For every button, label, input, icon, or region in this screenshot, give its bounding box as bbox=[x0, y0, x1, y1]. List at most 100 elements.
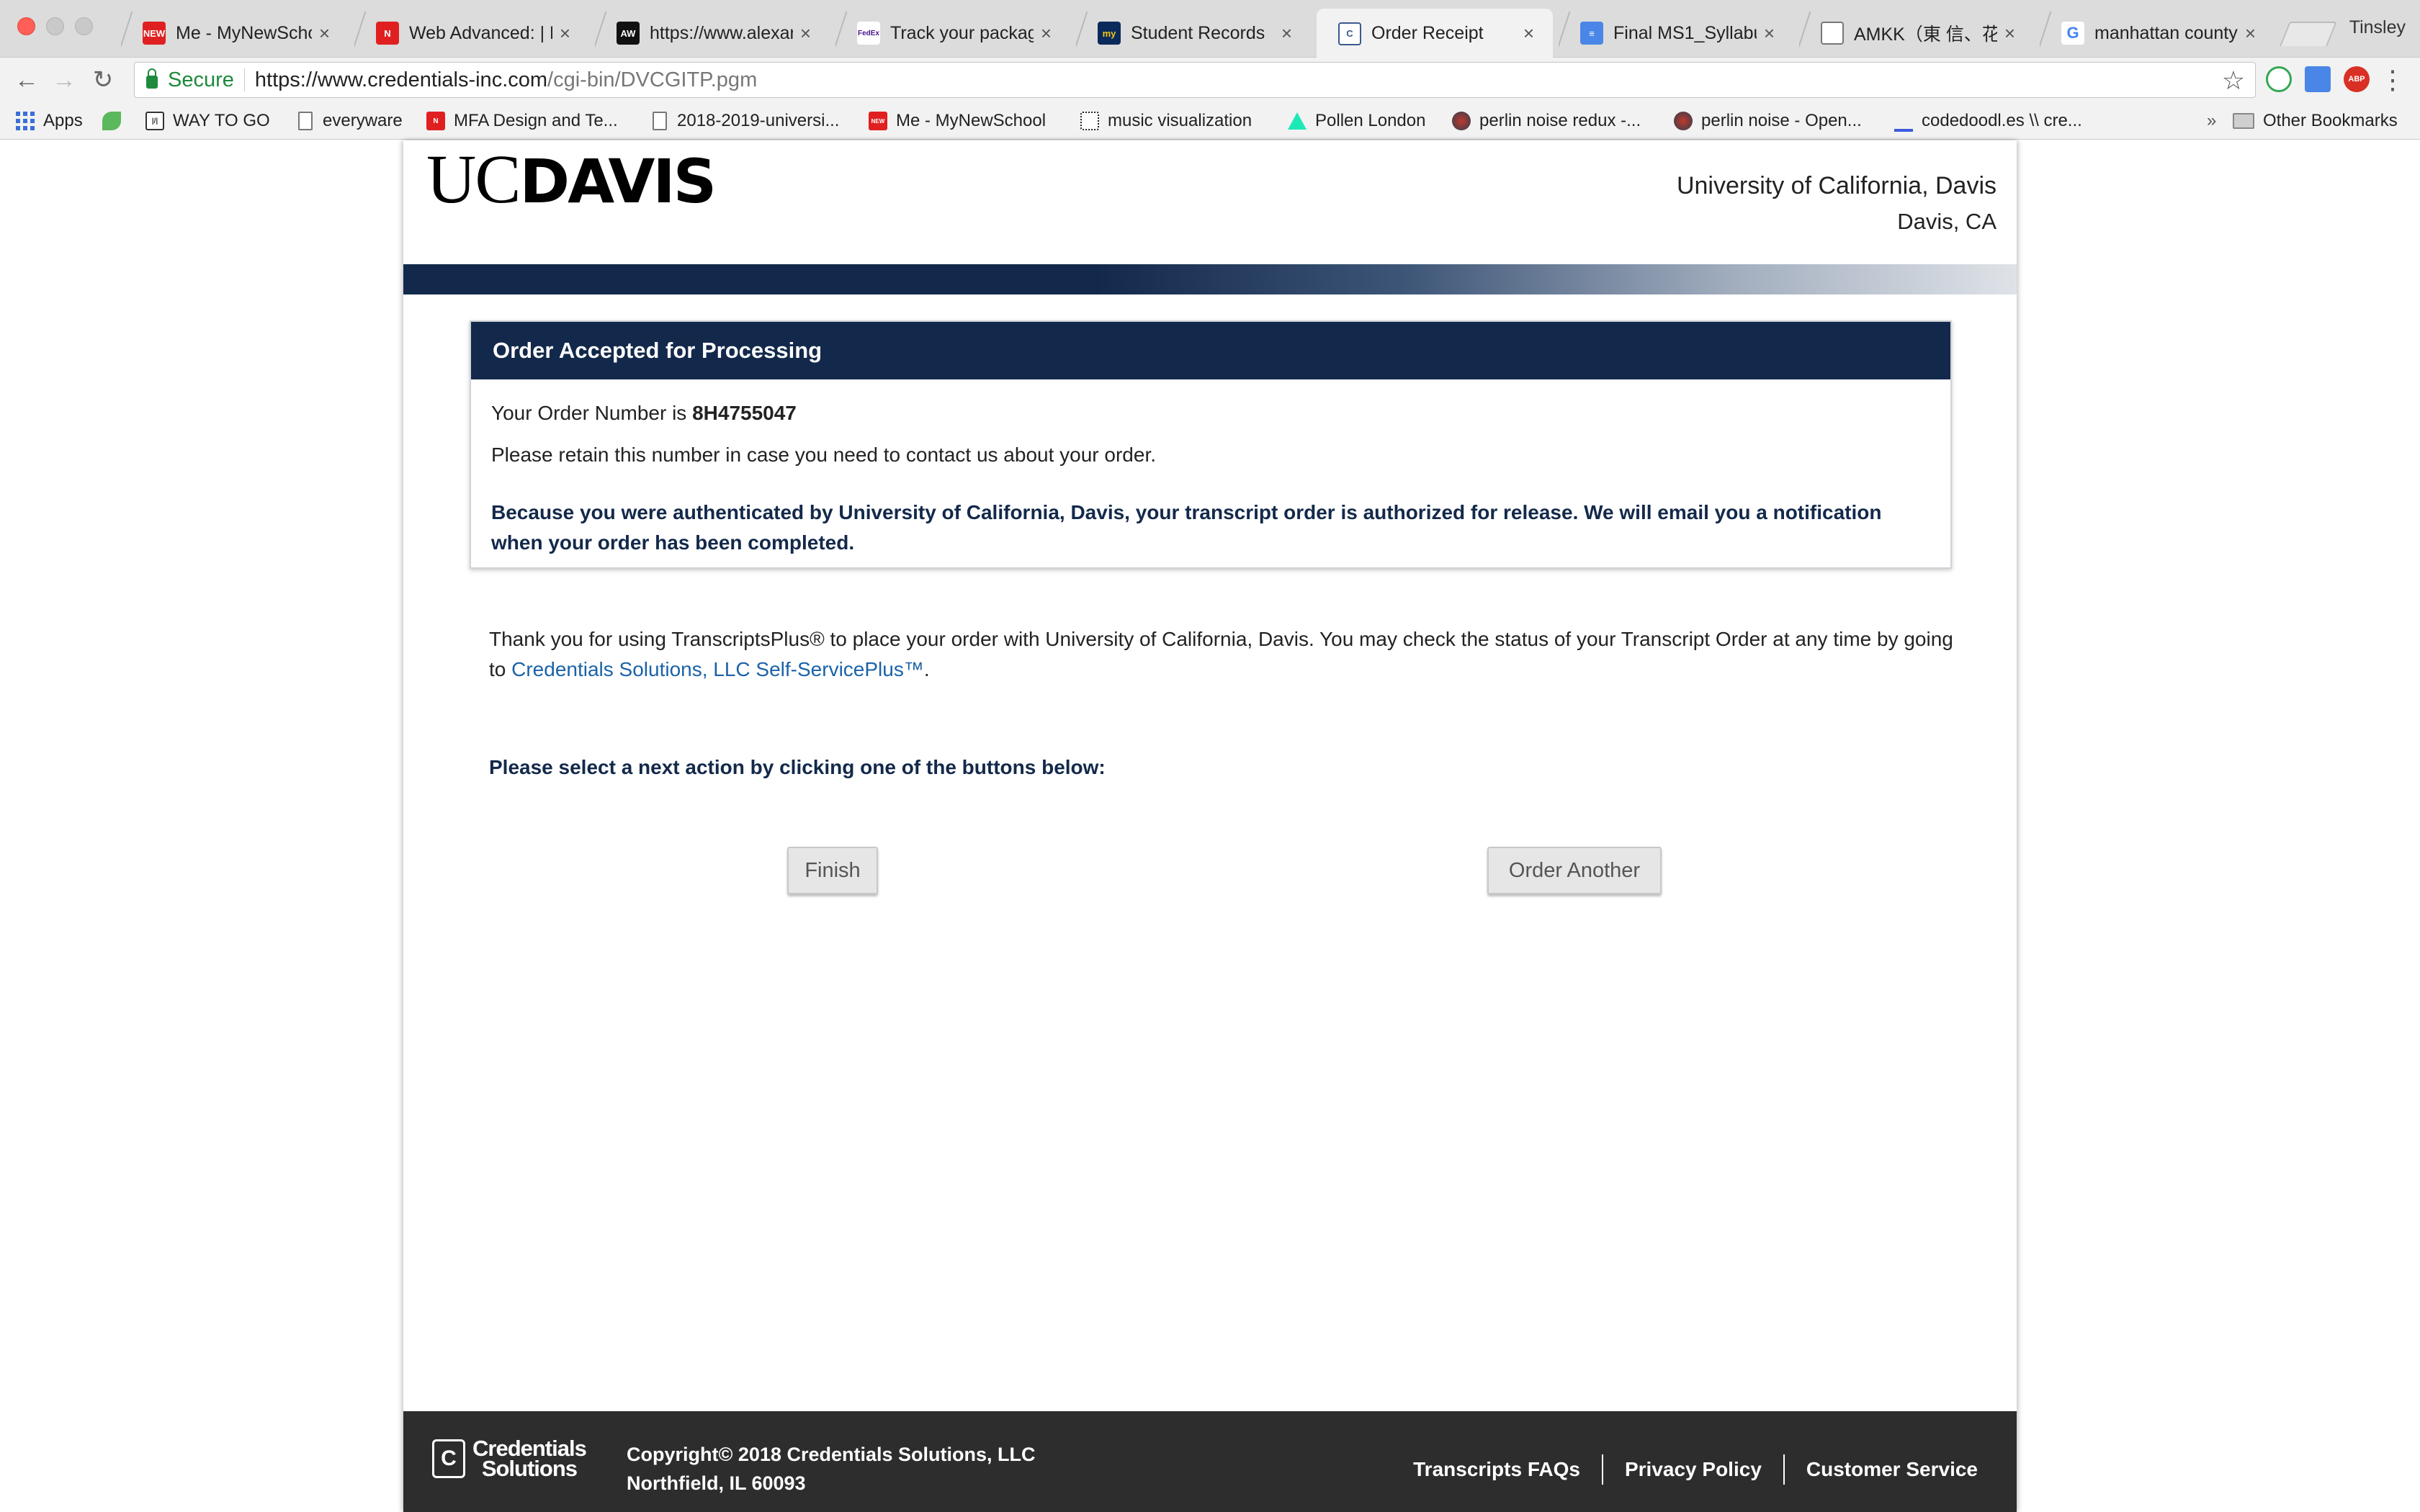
bookmark-music-visualization[interactable]: music visualization bbox=[1080, 102, 1252, 140]
bookmark-perlin-redux[interactable]: perlin noise redux -... bbox=[1452, 102, 1641, 140]
order-number-line: Your Order Number is 8H4755047 bbox=[491, 402, 797, 424]
browser-toolbar: ← → ↻ Secure https://www.credentials-inc… bbox=[0, 58, 2420, 102]
school-info: University of California, Davis Davis, C… bbox=[1677, 168, 1996, 240]
school-name: University of California, Davis bbox=[1676, 172, 1996, 199]
privacy-policy-link[interactable]: Privacy Policy bbox=[1625, 1458, 1762, 1481]
forward-arrow-icon[interactable]: → bbox=[48, 63, 81, 96]
close-tab-icon[interactable]: × bbox=[2245, 22, 2256, 45]
minimize-window-button[interactable] bbox=[46, 17, 64, 35]
close-tab-icon[interactable]: × bbox=[1764, 22, 1775, 45]
footer-divider bbox=[1601, 1454, 1603, 1485]
bookmark-leaf[interactable] bbox=[102, 102, 130, 140]
tab-strip: NEW Me - MyNewSchool × N Web Advanced: |… bbox=[0, 0, 2420, 58]
order-panel-heading: Order Accepted for Processing bbox=[471, 322, 1950, 379]
tab-mynewschool[interactable]: NEW Me - MyNewSchool × bbox=[121, 9, 349, 58]
adblock-icon[interactable]: ABP bbox=[2344, 66, 2370, 92]
bookmark-pollen-london[interactable]: Pollen London bbox=[1288, 102, 1425, 140]
credentials-icon: C bbox=[1338, 22, 1361, 45]
page-icon bbox=[653, 112, 667, 130]
finish-button[interactable]: Finish bbox=[787, 847, 878, 894]
tab-order-receipt[interactable]: C Order Receipt × bbox=[1317, 9, 1553, 58]
google-icon: G bbox=[2061, 22, 2084, 45]
close-tab-icon[interactable]: × bbox=[2004, 22, 2015, 45]
tab-amkk[interactable]: AMKK（東 信、花樹 × bbox=[1799, 9, 2034, 58]
address-divider bbox=[243, 68, 245, 91]
tab-fedex-track[interactable]: FedEx Track your package × bbox=[835, 9, 1070, 58]
my-icon: my bbox=[1098, 22, 1121, 45]
ucdavis-logo: UC DAVIS bbox=[426, 140, 717, 217]
header-banner bbox=[403, 264, 2017, 294]
url-host: https://www.credentials-inc.com bbox=[254, 68, 548, 91]
parsons-icon: N bbox=[376, 22, 399, 45]
lock-icon bbox=[146, 68, 158, 89]
tab-web-advanced[interactable]: N Web Advanced: | PC × bbox=[354, 9, 589, 58]
triangle-icon bbox=[1288, 112, 1307, 130]
footer-divider bbox=[1783, 1454, 1785, 1485]
tab-manhattan-county[interactable]: G manhattan county - × bbox=[2040, 9, 2275, 58]
page-container: UC DAVIS University of California, Davis … bbox=[403, 140, 2017, 1512]
close-tab-icon[interactable]: × bbox=[560, 22, 570, 45]
secure-label: Secure bbox=[168, 68, 234, 91]
extension-check-icon[interactable] bbox=[2266, 66, 2292, 92]
url-path: /cgi-bin/DVCGITP.pgm bbox=[547, 68, 758, 91]
order-confirmation-panel: Order Accepted for Processing Your Order… bbox=[470, 320, 1952, 569]
fedex-icon: FedEx bbox=[857, 22, 880, 45]
bookmark-codedoodles[interactable]: codedoodl.es \\ cre... bbox=[1894, 102, 2082, 140]
order-another-button[interactable]: Order Another bbox=[1487, 847, 1662, 894]
new-tab-button[interactable] bbox=[2280, 22, 2337, 46]
leaf-icon bbox=[102, 112, 121, 130]
close-tab-icon[interactable]: × bbox=[800, 22, 811, 45]
tab-alexander[interactable]: AW https://www.alexand × bbox=[595, 9, 830, 58]
bookmark-way-to-go[interactable]: |/| WAY TO GO bbox=[145, 102, 270, 140]
back-arrow-icon[interactable]: ← bbox=[10, 63, 43, 96]
thank-you-text: Thank you for using TranscriptsPlus® to … bbox=[489, 628, 1953, 680]
extension-calendar-icon[interactable] bbox=[2305, 66, 2331, 92]
close-tab-icon[interactable]: × bbox=[319, 22, 330, 45]
bookmarks-overflow-chevron-icon[interactable]: » bbox=[2207, 102, 2216, 140]
school-location: Davis, CA bbox=[1897, 209, 1996, 234]
page-icon bbox=[298, 112, 313, 130]
zoom-window-button[interactable] bbox=[75, 17, 93, 35]
page-footer: C Credentials Solutions Copyright© 2018 … bbox=[403, 1411, 2017, 1512]
tab-student-records[interactable]: my Student Records × bbox=[1076, 9, 1311, 58]
credentials-solutions-logo: C Credentials Solutions bbox=[432, 1437, 587, 1480]
close-tab-icon[interactable]: × bbox=[1041, 22, 1052, 45]
bookmark-mynewschool[interactable]: NEW Me - MyNewSchool bbox=[869, 102, 1046, 140]
browser-menu-icon[interactable]: ⋮ bbox=[2380, 63, 2406, 96]
bookmark-mfa-design[interactable]: N MFA Design and Te... bbox=[426, 102, 618, 140]
bookmark-waytogo-icon: |/| bbox=[145, 112, 164, 130]
self-service-link[interactable]: Credentials Solutions, LLC Self-ServiceP… bbox=[511, 658, 924, 680]
reload-icon[interactable]: ↻ bbox=[86, 63, 120, 96]
aw-icon: AW bbox=[617, 22, 640, 45]
parsons-icon: N bbox=[426, 112, 445, 130]
circle-icon bbox=[1674, 112, 1693, 130]
tab-final-syllabus[interactable]: ≡ Final MS1_Syllabus_ × bbox=[1559, 9, 1793, 58]
customer-service-link[interactable]: Customer Service bbox=[1806, 1458, 1978, 1481]
close-window-button[interactable] bbox=[17, 17, 35, 35]
authorization-note: Because you were authenticated by Univer… bbox=[491, 501, 1882, 554]
newschool-icon: NEW bbox=[143, 22, 166, 45]
bookmark-apps[interactable]: Apps bbox=[16, 102, 83, 140]
close-tab-icon[interactable]: × bbox=[1523, 22, 1534, 45]
page-icon bbox=[1821, 22, 1844, 45]
newschool-icon: NEW bbox=[869, 112, 887, 130]
bookmark-2018-2019[interactable]: 2018-2019-universi... bbox=[653, 102, 839, 140]
bookmark-star-icon[interactable]: ☆ bbox=[2222, 66, 2245, 96]
transcripts-faqs-link[interactable]: Transcripts FAQs bbox=[1413, 1458, 1580, 1481]
bookmark-perlin-open[interactable]: perlin noise - Open... bbox=[1674, 102, 1862, 140]
profile-name[interactable]: Tinsley bbox=[2349, 17, 2406, 38]
underline-icon bbox=[1894, 117, 1913, 132]
bookmark-everyware[interactable]: everyware bbox=[298, 102, 403, 140]
google-docs-icon: ≡ bbox=[1580, 22, 1603, 45]
credentials-mark-icon: C bbox=[432, 1439, 465, 1478]
circle-icon bbox=[1452, 112, 1471, 130]
apps-grid-icon bbox=[16, 112, 35, 130]
next-action-prompt: Please select a next action by clicking … bbox=[489, 756, 1106, 778]
other-bookmarks[interactable]: Other Bookmarks bbox=[2233, 102, 2398, 140]
copyright: Copyright© 2018 Credentials Solutions, L… bbox=[627, 1444, 1036, 1494]
close-tab-icon[interactable]: × bbox=[1281, 22, 1292, 45]
pixel-icon bbox=[1080, 112, 1099, 130]
retain-note: Please retain this number in case you ne… bbox=[491, 444, 1157, 466]
page-viewport: UC DAVIS University of California, Davis … bbox=[0, 140, 2420, 1512]
address-bar[interactable]: Secure https://www.credentials-inc.com/c… bbox=[134, 62, 2256, 98]
